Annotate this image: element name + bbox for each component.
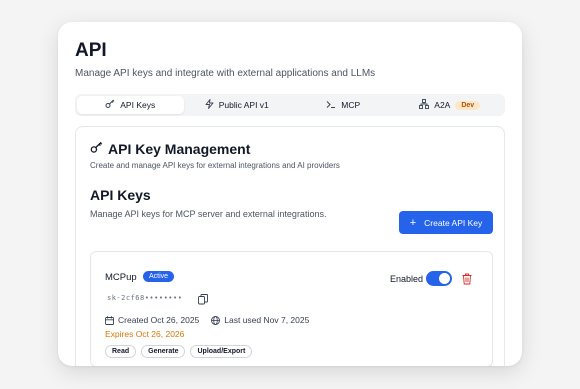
api-keys-heading: API Keys xyxy=(90,187,151,203)
api-key-management-panel: API Key Management Create and manage API… xyxy=(75,126,505,366)
permission-badge-read: Read xyxy=(105,345,137,358)
network-icon xyxy=(419,99,430,111)
expires-date: Expires Oct 26, 2026 xyxy=(105,329,185,339)
delete-icon[interactable] xyxy=(462,272,472,285)
api-settings-card: API Manage API keys and integrate with e… xyxy=(58,22,522,366)
tab-label: A2A xyxy=(434,100,451,110)
api-keys-subtitle: Manage API keys for MCP server and exter… xyxy=(90,209,327,219)
create-api-key-label: Create API Key xyxy=(424,217,483,228)
tab-a2a[interactable]: A2A Dev xyxy=(397,96,504,114)
tab-mcp[interactable]: MCP xyxy=(290,96,397,114)
plus-icon: + xyxy=(409,216,417,229)
management-title-text: API Key Management xyxy=(108,141,251,157)
page-subtitle: Manage API keys and integrate with exter… xyxy=(75,68,376,79)
enabled-label: Enabled xyxy=(390,274,424,284)
management-title: API Key Management xyxy=(90,141,250,157)
globe-icon xyxy=(211,315,221,325)
created-date: Created Oct 26, 2025 xyxy=(118,315,200,325)
dev-badge: Dev xyxy=(455,100,481,110)
key-icon xyxy=(90,141,103,157)
page-title: API xyxy=(75,40,107,61)
calendar-icon xyxy=(105,315,114,325)
terminal-icon xyxy=(326,100,336,111)
status-badge: Active xyxy=(143,271,175,282)
tab-public-api[interactable]: Public API v1 xyxy=(184,96,291,114)
enabled-toggle[interactable] xyxy=(426,271,452,286)
key-name: MCPup xyxy=(105,272,137,283)
key-meta: Created Oct 26, 2025 Last used Nov 7, 20… xyxy=(105,315,309,325)
tab-label: API Keys xyxy=(120,100,156,110)
copy-icon[interactable] xyxy=(198,292,208,305)
lightning-icon xyxy=(205,99,214,111)
masked-key: sk-2cf68•••••••• xyxy=(107,294,183,302)
tab-label: MCP xyxy=(341,100,361,110)
api-key-card: MCPup Active sk-2cf68•••••••• Created Oc… xyxy=(90,251,493,366)
tab-bar: API Keys Public API v1 MCP A2A Dev xyxy=(75,94,505,116)
create-api-key-button[interactable]: + Create API Key xyxy=(399,211,493,234)
last-used-date: Last used Nov 7, 2025 xyxy=(224,315,310,325)
permission-badge-upload-export: Upload/Export xyxy=(190,345,253,358)
permission-badge-generate: Generate xyxy=(141,345,186,358)
permission-list: Read Generate Upload/Export xyxy=(105,345,253,358)
toggle-knob xyxy=(439,273,450,284)
management-subtitle: Create and manage API keys for external … xyxy=(90,161,340,170)
tab-label: Public API v1 xyxy=(218,100,269,110)
key-icon xyxy=(105,99,115,111)
tab-api-keys[interactable]: API Keys xyxy=(77,96,184,114)
